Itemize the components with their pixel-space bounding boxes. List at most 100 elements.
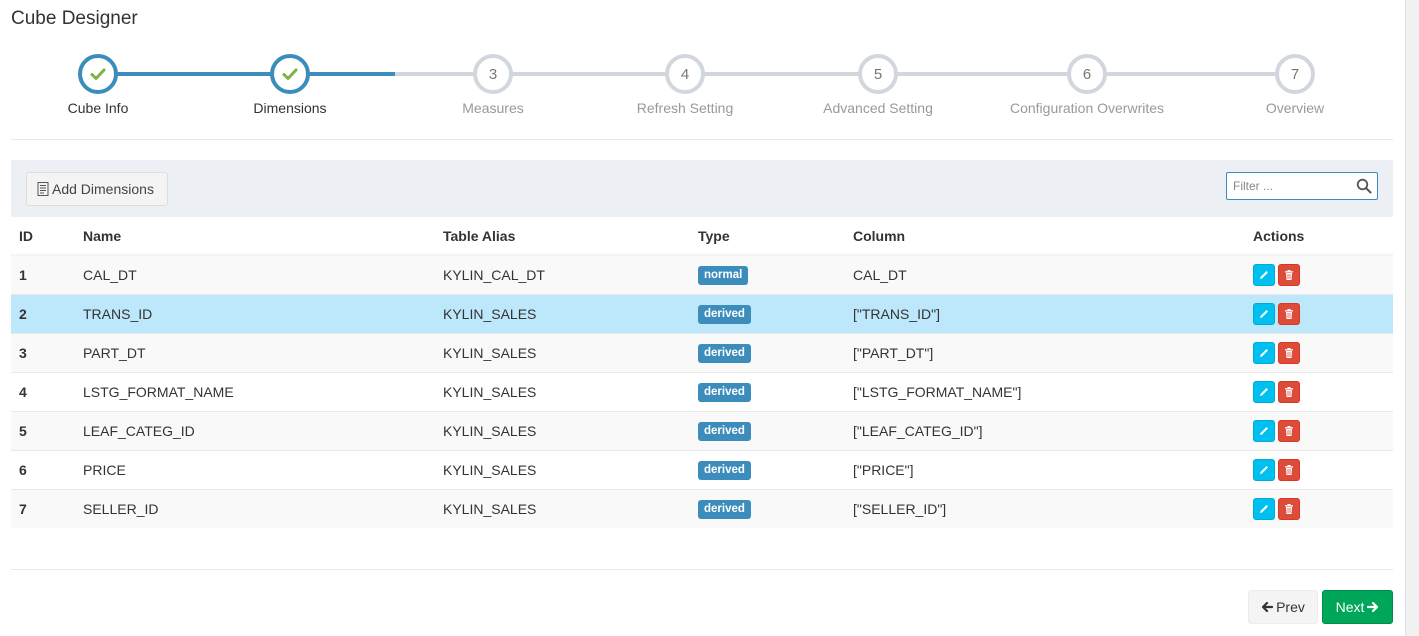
cell-id: 3 bbox=[11, 332, 75, 372]
cell-type: derived bbox=[690, 293, 845, 333]
pencil-icon bbox=[1260, 465, 1268, 474]
step-complete-circle bbox=[78, 54, 118, 94]
next-button[interactable]: Next bbox=[1322, 590, 1393, 624]
col-header-table-alias[interactable]: Table Alias bbox=[435, 217, 690, 256]
cell-actions bbox=[1245, 293, 1393, 333]
step-number: 4 bbox=[665, 54, 705, 94]
col-header-type[interactable]: Type bbox=[690, 217, 845, 256]
table-header-row: ID Name Table Alias Type Column Actions bbox=[11, 217, 1393, 256]
trash-icon bbox=[1285, 269, 1293, 280]
cell-id: 4 bbox=[11, 371, 75, 411]
col-header-id[interactable]: ID bbox=[11, 217, 75, 256]
pencil-icon bbox=[1260, 426, 1268, 435]
delete-button[interactable] bbox=[1278, 419, 1300, 442]
cell-column: ["LSTG_FORMAT_NAME"] bbox=[845, 371, 1245, 411]
delete-button[interactable] bbox=[1278, 341, 1300, 364]
cell-actions bbox=[1245, 254, 1393, 294]
cell-name: PRICE bbox=[75, 449, 435, 489]
table-row[interactable]: 6 PRICE KYLIN_SALES derived ["PRICE"] bbox=[11, 449, 1393, 489]
delete-button[interactable] bbox=[1278, 302, 1300, 325]
step-complete-circle bbox=[270, 54, 310, 94]
cell-id: 7 bbox=[11, 488, 75, 528]
table-row[interactable]: 5 LEAF_CATEG_ID KYLIN_SALES derived ["LE… bbox=[11, 410, 1393, 450]
edit-button[interactable] bbox=[1253, 380, 1275, 403]
cell-column: ["SELLER_ID"] bbox=[845, 488, 1245, 528]
cell-table-alias: KYLIN_SALES bbox=[435, 371, 690, 411]
step-label: Advanced Setting bbox=[823, 100, 933, 116]
table-row[interactable]: 4 LSTG_FORMAT_NAME KYLIN_SALES derived [… bbox=[11, 371, 1393, 411]
dimensions-table: ID Name Table Alias Type Column Actions … bbox=[11, 217, 1393, 528]
arrow-left-icon bbox=[1261, 601, 1274, 613]
table-row[interactable]: 3 PART_DT KYLIN_SALES derived ["PART_DT"… bbox=[11, 332, 1393, 372]
page-title: Cube Designer bbox=[11, 8, 138, 29]
col-header-name[interactable]: Name bbox=[75, 217, 435, 256]
divider bbox=[11, 139, 1393, 140]
cell-table-alias: KYLIN_SALES bbox=[435, 449, 690, 489]
search-icon[interactable] bbox=[1356, 178, 1372, 194]
cell-table-alias: KYLIN_SALES bbox=[435, 332, 690, 372]
table-row[interactable]: 7 SELLER_ID KYLIN_SALES derived ["SELLER… bbox=[11, 488, 1393, 528]
step-label: Configuration Overwrites bbox=[1009, 100, 1165, 116]
edit-button[interactable] bbox=[1253, 419, 1275, 442]
cell-type: derived bbox=[690, 332, 845, 372]
step-number: 3 bbox=[473, 54, 513, 94]
add-dimensions-button[interactable]: Add Dimensions bbox=[26, 172, 168, 206]
step-label: Measures bbox=[462, 100, 524, 116]
trash-icon bbox=[1285, 425, 1293, 436]
edit-button[interactable] bbox=[1253, 458, 1275, 481]
scrollbar-track[interactable] bbox=[1405, 0, 1419, 636]
wizard-step-configuration-overwrites[interactable]: 6 Configuration Overwrites bbox=[987, 54, 1187, 116]
trash-icon bbox=[1285, 386, 1293, 397]
wizard-step-refresh-setting[interactable]: 4 Refresh Setting bbox=[595, 54, 775, 116]
cell-name: CAL_DT bbox=[75, 254, 435, 294]
filter-input[interactable] bbox=[1227, 173, 1347, 199]
cell-type: derived bbox=[690, 488, 845, 528]
cube-designer-panel: Cube Designer Cube Info Dimensions 3 Mea… bbox=[0, 0, 1405, 636]
step-label: Overview bbox=[1265, 100, 1325, 116]
delete-button[interactable] bbox=[1278, 380, 1300, 403]
wizard-step-overview[interactable]: 7 Overview bbox=[1205, 54, 1385, 116]
table-row[interactable]: 2 TRANS_ID KYLIN_SALES derived ["TRANS_I… bbox=[11, 293, 1393, 333]
pencil-icon bbox=[1260, 504, 1268, 513]
cell-actions bbox=[1245, 410, 1393, 450]
type-badge: derived bbox=[698, 499, 751, 519]
delete-button[interactable] bbox=[1278, 263, 1300, 286]
step-number: 6 bbox=[1067, 54, 1107, 94]
pencil-icon bbox=[1260, 309, 1268, 318]
edit-button[interactable] bbox=[1253, 263, 1275, 286]
delete-button[interactable] bbox=[1278, 497, 1300, 520]
edit-button[interactable] bbox=[1253, 497, 1275, 520]
cell-actions bbox=[1245, 332, 1393, 372]
cell-name: SELLER_ID bbox=[75, 488, 435, 528]
cell-name: TRANS_ID bbox=[75, 293, 435, 333]
step-label: Refresh Setting bbox=[636, 100, 734, 116]
trash-icon bbox=[1285, 347, 1293, 358]
wizard-step-measures[interactable]: 3 Measures bbox=[403, 54, 583, 116]
step-label: Dimensions bbox=[253, 100, 327, 116]
cell-actions bbox=[1245, 488, 1393, 528]
cell-type: normal bbox=[690, 254, 845, 294]
cell-actions bbox=[1245, 449, 1393, 489]
next-label: Next bbox=[1335, 599, 1365, 615]
delete-button[interactable] bbox=[1278, 458, 1300, 481]
prev-button[interactable]: Prev bbox=[1248, 590, 1318, 624]
table-row[interactable]: 1 CAL_DT KYLIN_CAL_DT normal CAL_DT bbox=[11, 254, 1393, 294]
type-badge: derived bbox=[698, 382, 751, 402]
col-header-column[interactable]: Column bbox=[845, 217, 1245, 256]
cell-table-alias: KYLIN_SALES bbox=[435, 293, 690, 333]
wizard-step-cube-info[interactable]: Cube Info bbox=[8, 54, 188, 116]
wizard-step-advanced-setting[interactable]: 5 Advanced Setting bbox=[788, 54, 968, 116]
step-label: Cube Info bbox=[67, 100, 129, 116]
edit-button[interactable] bbox=[1253, 341, 1275, 364]
pencil-icon bbox=[1260, 387, 1268, 396]
trash-icon bbox=[1285, 308, 1293, 319]
cell-column: ["PART_DT"] bbox=[845, 332, 1245, 372]
prev-label: Prev bbox=[1276, 599, 1305, 615]
filter-box bbox=[1226, 172, 1378, 200]
trash-icon bbox=[1285, 503, 1293, 514]
cell-id: 5 bbox=[11, 410, 75, 450]
trash-icon bbox=[1285, 464, 1293, 475]
wizard-step-dimensions[interactable]: Dimensions bbox=[200, 54, 380, 116]
edit-button[interactable] bbox=[1253, 302, 1275, 325]
step-number: 7 bbox=[1275, 54, 1315, 94]
